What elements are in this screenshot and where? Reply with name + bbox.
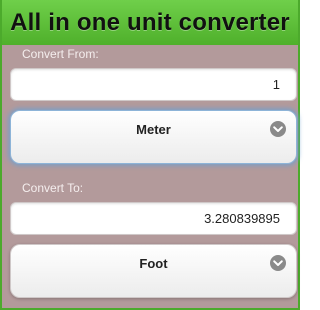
convert-to-label: Convert To: bbox=[22, 181, 84, 195]
to-unit-select[interactable]: Foot bbox=[10, 244, 297, 298]
chevron-down-icon bbox=[270, 121, 286, 137]
chevron-down-icon bbox=[270, 255, 286, 271]
convert-from-label: Convert From: bbox=[22, 47, 99, 61]
unit-converter-app: All in one unit converter Convert From: … bbox=[0, 0, 300, 310]
app-title: All in one unit converter bbox=[2, 0, 298, 45]
to-unit-label: Foot bbox=[139, 256, 168, 271]
to-value-output[interactable]: 3.280839895 bbox=[10, 202, 297, 235]
from-value-input[interactable]: 1 bbox=[10, 68, 297, 101]
converter-panel: Convert From: 1 Meter Convert To: 3.2808… bbox=[2, 45, 298, 308]
from-unit-label: Meter bbox=[136, 122, 171, 137]
from-unit-select[interactable]: Meter bbox=[10, 110, 297, 164]
